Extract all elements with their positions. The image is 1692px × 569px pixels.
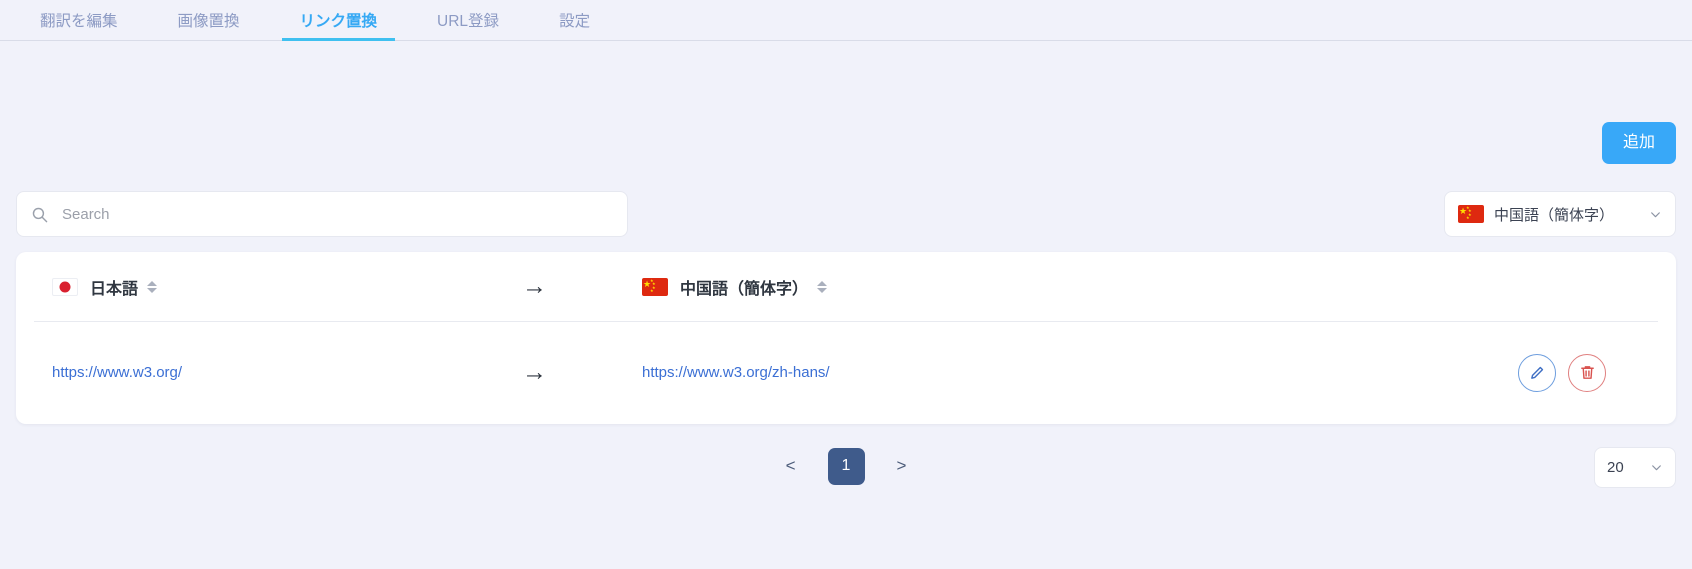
- pencil-icon: [1530, 366, 1543, 379]
- table-header-arrow: →: [522, 274, 642, 299]
- tab-bar: 翻訳を編集 画像置換 リンク置換 URL登録 設定: [0, 0, 1692, 41]
- table-header-row: 日本語 → ★ ★ ★ ★ ★ 中国語（簡体字）: [34, 252, 1658, 322]
- sort-toggle-target[interactable]: [817, 280, 828, 293]
- row-source-cell: https://www.w3.org/: [52, 364, 522, 381]
- tab-label: 翻訳を編集: [40, 13, 118, 30]
- sort-toggle-source[interactable]: [147, 280, 158, 293]
- sort-desc-icon: [817, 287, 828, 293]
- trash-icon: [1580, 366, 1594, 379]
- link-replacement-table: 日本語 → ★ ★ ★ ★ ★ 中国語（簡体字） https://www.w3.…: [16, 252, 1676, 424]
- table-header-target: ★ ★ ★ ★ ★ 中国語（簡体字）: [642, 275, 1356, 299]
- filter-bar: ★ ★ ★ ★ ★ 中国語（簡体字）: [16, 191, 1676, 237]
- source-url-link[interactable]: https://www.w3.org/: [52, 364, 182, 381]
- search-input[interactable]: [60, 204, 613, 224]
- table-row: https://www.w3.org/ → https://www.w3.org…: [16, 322, 1676, 423]
- search-box[interactable]: [16, 191, 628, 237]
- chevron-down-icon: [1652, 465, 1661, 471]
- sort-desc-icon: [147, 287, 158, 293]
- pagination-next-button[interactable]: >: [887, 450, 917, 482]
- tab-image-replace[interactable]: 画像置換: [160, 0, 258, 40]
- row-arrow-cell: →: [522, 360, 642, 385]
- pagination-prev-button[interactable]: <: [776, 450, 806, 482]
- table-header-source: 日本語: [52, 275, 522, 299]
- language-filter-select[interactable]: ★ ★ ★ ★ ★ 中国語（簡体字）: [1444, 191, 1676, 237]
- row-target-cell: https://www.w3.org/zh-hans/: [642, 364, 1356, 381]
- tab-settings[interactable]: 設定: [541, 0, 608, 40]
- arrow-right-icon: →: [522, 272, 547, 300]
- sort-asc-icon: [147, 280, 158, 286]
- arrow-right-icon: →: [522, 358, 547, 386]
- table-header-source-label: 日本語: [90, 280, 139, 298]
- jp-flag-icon: [52, 277, 78, 296]
- edit-button[interactable]: [1518, 353, 1556, 392]
- cn-flag-icon: ★ ★ ★ ★ ★: [642, 277, 668, 296]
- row-actions-cell: [1356, 353, 1640, 392]
- delete-button[interactable]: [1568, 353, 1606, 392]
- tab-edit-translation[interactable]: 翻訳を編集: [22, 0, 136, 40]
- sort-asc-icon: [817, 280, 828, 286]
- target-url-link[interactable]: https://www.w3.org/zh-hans/: [642, 364, 830, 381]
- table-header-target-label: 中国語（簡体字）: [680, 280, 809, 298]
- search-icon: [32, 207, 48, 222]
- toolbar: 追加: [1601, 122, 1676, 164]
- cn-flag-icon: ★ ★ ★ ★ ★: [1458, 205, 1484, 223]
- tab-label: URL登録: [437, 13, 500, 30]
- language-filter-value: 中国語（簡体字）: [1494, 206, 1615, 224]
- tab-url-register[interactable]: URL登録: [419, 0, 517, 40]
- add-button[interactable]: 追加: [1601, 122, 1676, 164]
- tab-link-replace[interactable]: リンク置換: [281, 0, 396, 41]
- chevron-down-icon: [1651, 211, 1660, 217]
- page-size-value: 20: [1607, 459, 1624, 476]
- tab-label: 画像置換: [177, 13, 240, 30]
- pagination: < 1 >: [0, 444, 1692, 488]
- page-size-select[interactable]: 20: [1594, 447, 1676, 488]
- tab-label: リンク置換: [299, 13, 378, 30]
- tab-label: 設定: [559, 13, 591, 30]
- pagination-page-1[interactable]: 1: [827, 447, 865, 485]
